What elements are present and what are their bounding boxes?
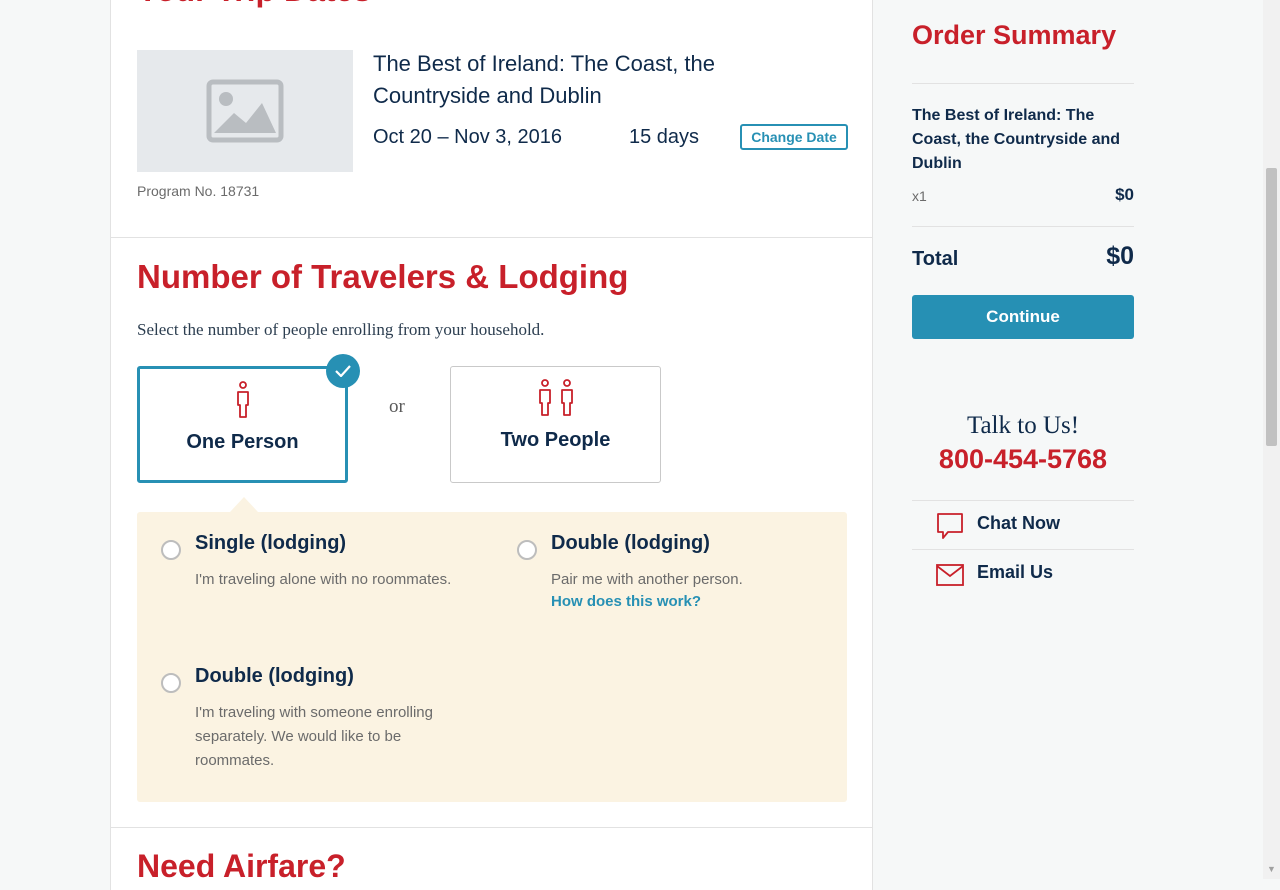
panel-pointer xyxy=(230,497,258,512)
person-icon xyxy=(236,381,249,418)
chat-now-link[interactable]: Chat Now xyxy=(912,500,1134,548)
travelers-subtitle: Select the number of people enrolling fr… xyxy=(137,320,545,339)
person-icon xyxy=(560,379,573,416)
section-divider xyxy=(111,237,872,238)
order-summary-title: Order Summary xyxy=(912,20,1117,50)
email-us-link[interactable]: Email Us xyxy=(912,549,1134,597)
two-people-icon xyxy=(451,379,660,417)
lodging-option-description: I'm traveling alone with no roommates. xyxy=(195,571,452,588)
or-separator: or xyxy=(389,396,405,417)
continue-button[interactable]: Continue xyxy=(912,295,1134,339)
double-roommate-lodging-radio[interactable] xyxy=(161,673,181,693)
selected-check-icon xyxy=(326,354,360,388)
two-people-label: Two People xyxy=(500,429,611,451)
lodging-option-title: Double (lodging) xyxy=(551,532,710,554)
summary-item-price: $0 xyxy=(1115,185,1134,204)
sidebar-divider xyxy=(912,226,1134,227)
email-us-label: Email Us xyxy=(977,562,1054,582)
lodging-option-title: Double (lodging) xyxy=(195,665,354,687)
total-value: $0 xyxy=(1106,242,1134,270)
lodging-option-title: Single (lodging) xyxy=(195,532,347,554)
one-person-option[interactable]: One Person xyxy=(137,366,348,483)
sidebar-divider xyxy=(912,83,1134,84)
total-label: Total xyxy=(912,248,959,270)
trip-dates-heading: Your Trip Dates xyxy=(137,0,371,9)
airfare-heading: Need Airfare? xyxy=(137,848,346,884)
chat-now-label: Chat Now xyxy=(977,513,1060,533)
one-person-label: One Person xyxy=(186,431,299,453)
lodging-option-description: Pair me with another person. xyxy=(551,571,743,588)
travelers-lodging-heading: Number of Travelers & Lodging xyxy=(137,258,629,295)
image-placeholder-icon xyxy=(206,79,284,143)
trip-title: The Best of Ireland: The Coast, the Coun… xyxy=(373,51,716,108)
section-divider xyxy=(111,827,872,828)
double-paired-lodging-radio[interactable] xyxy=(517,540,537,560)
two-people-option[interactable]: Two People xyxy=(450,366,661,483)
summary-item-name: The Best of Ireland: The Coast, the Coun… xyxy=(912,107,1121,172)
summary-item-quantity: x1 xyxy=(912,188,927,204)
lodging-option-description: I'm traveling with someone enrolling sep… xyxy=(195,704,433,769)
trip-thumbnail xyxy=(137,50,353,172)
phone-number-link[interactable]: 800-454-5768 xyxy=(912,444,1134,475)
how-does-this-work-link[interactable]: How does this work? xyxy=(551,593,701,610)
page: Your Trip Dates The Best of Ireland: The… xyxy=(0,0,1280,890)
change-date-button[interactable]: Change Date xyxy=(740,124,848,150)
single-lodging-radio[interactable] xyxy=(161,540,181,560)
envelope-icon xyxy=(936,564,964,586)
scroll-down-arrow-icon[interactable]: ▼ xyxy=(1266,862,1277,876)
main-content-card: Your Trip Dates The Best of Ireland: The… xyxy=(110,0,873,890)
person-icon-group xyxy=(140,381,345,419)
trip-dates: Oct 20 – Nov 3, 2016 xyxy=(373,126,563,148)
talk-to-us-title: Talk to Us! xyxy=(966,412,1080,439)
trip-duration: 15 days xyxy=(629,126,700,148)
chat-bubble-icon xyxy=(937,513,963,539)
scrollbar-thumb[interactable] xyxy=(1266,168,1277,446)
program-number: Program No. 18731 xyxy=(137,183,260,199)
lodging-options-panel: Single (lodging) I'm traveling alone wit… xyxy=(137,512,847,802)
person-icon xyxy=(538,379,551,416)
